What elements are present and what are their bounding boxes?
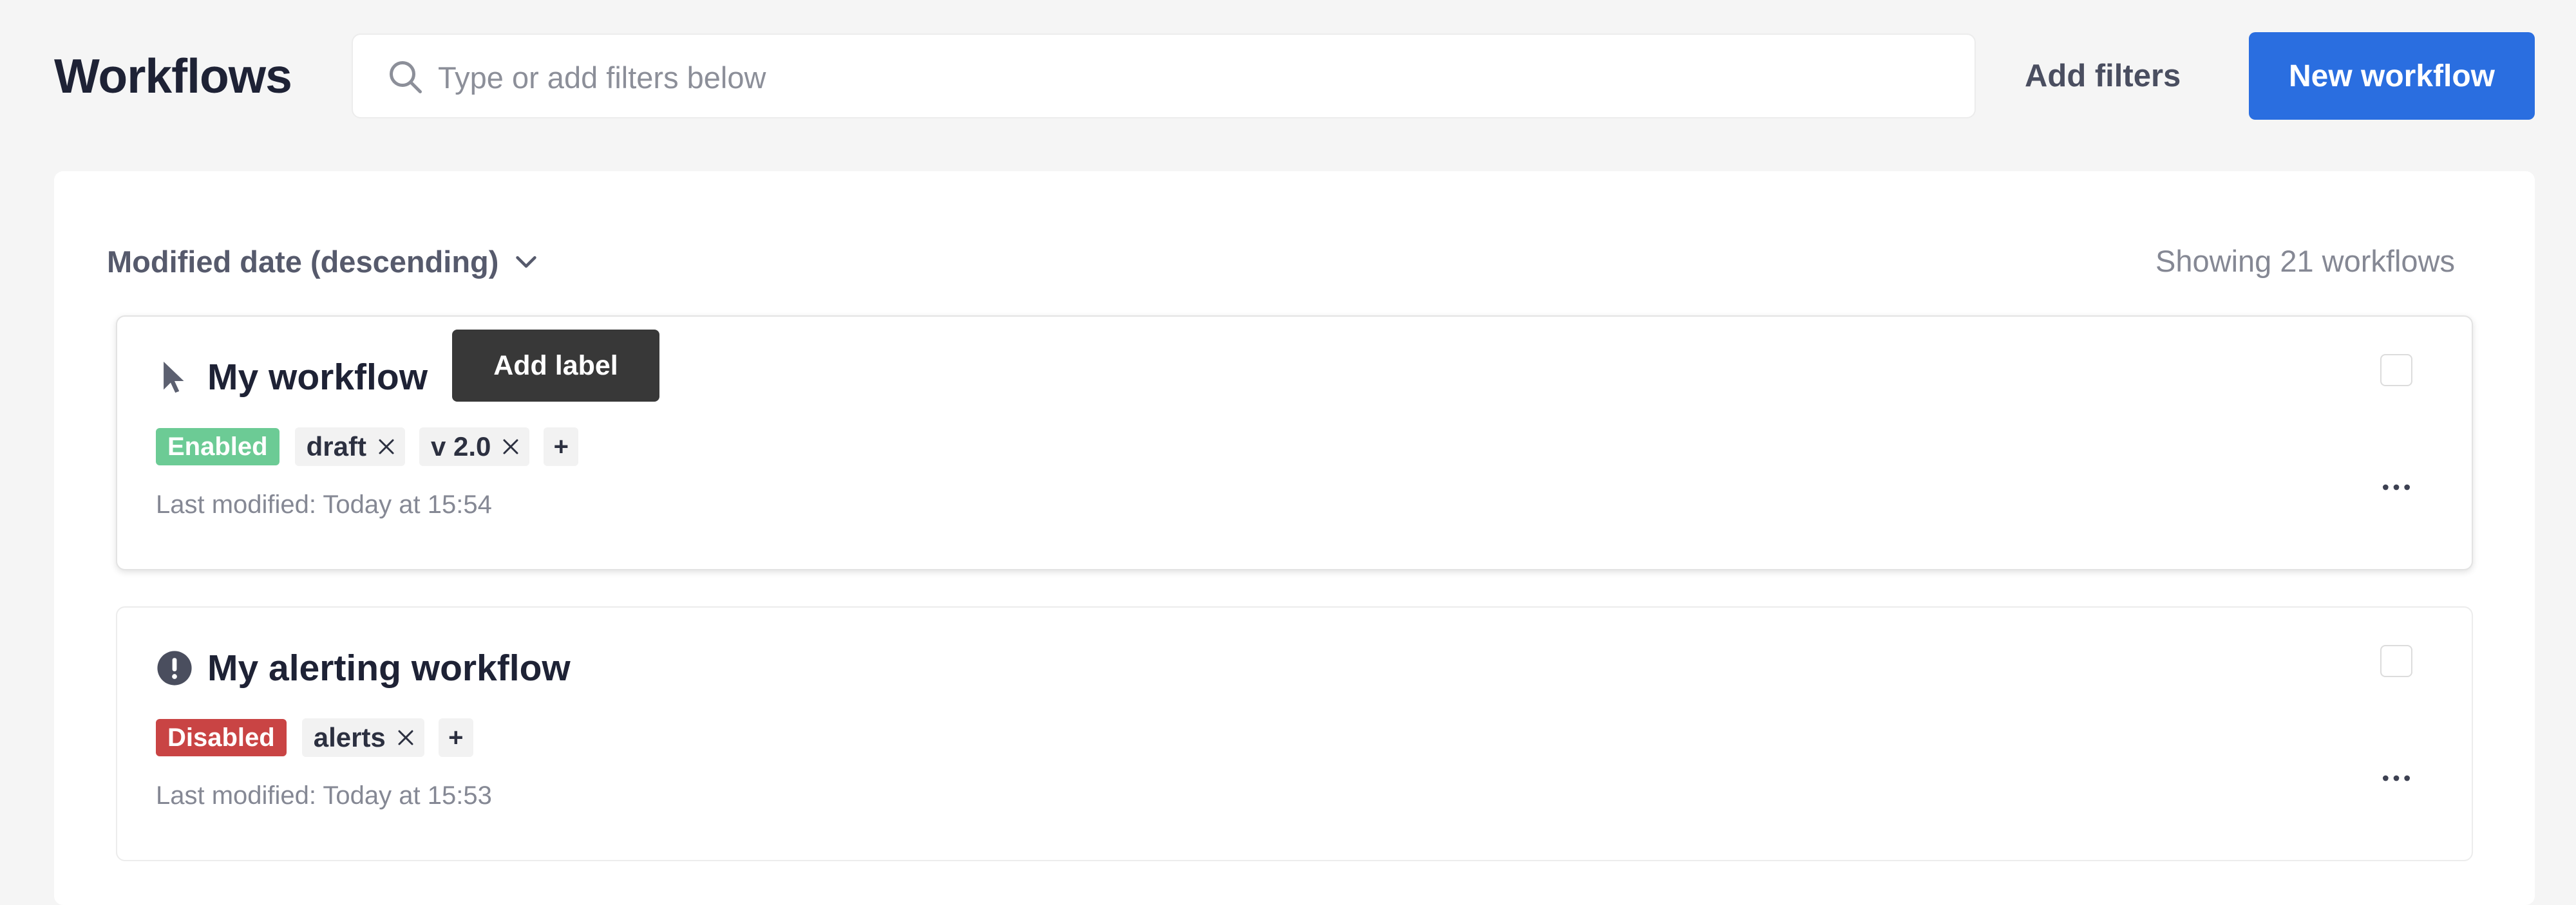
add-label-tooltip: Add label	[452, 330, 659, 402]
sort-dropdown[interactable]: Modified date (descending)	[107, 236, 541, 287]
alert-circle-icon	[157, 651, 192, 686]
workflow-title-row: My alerting workflow	[156, 642, 571, 694]
status-badge: Enabled	[156, 428, 279, 465]
label-tag-text: draft	[306, 431, 366, 462]
label-tag-text: v 2.0	[430, 431, 491, 462]
workflow-count: Showing 21 workflows	[2155, 244, 2455, 278]
workflow-title[interactable]: My workflow	[207, 356, 428, 398]
select-checkbox[interactable]	[2380, 645, 2412, 677]
workflow-title[interactable]: My alerting workflow	[207, 647, 571, 689]
top-bar: Workflows Add filters New workflow	[0, 0, 2576, 152]
label-tag-text: alerts	[313, 722, 386, 752]
workflow-list-panel: Modified date (descending) Showing 21 wo…	[54, 171, 2535, 905]
label-tag: v 2.0	[419, 427, 530, 466]
more-options-icon[interactable]	[2380, 769, 2412, 788]
workflow-title-row: My workflow	[156, 351, 428, 403]
page-title: Workflows	[54, 49, 292, 103]
search-bar[interactable]	[352, 33, 1976, 118]
search-input[interactable]	[438, 51, 1919, 103]
label-tag: draft	[294, 427, 405, 466]
last-modified-text: Last modified: Today at 15:53	[156, 781, 492, 810]
sort-label: Modified date (descending)	[107, 244, 499, 279]
search-icon	[390, 61, 422, 93]
add-label-button[interactable]: +	[438, 718, 473, 757]
add-label-button[interactable]: +	[544, 427, 579, 466]
workflow-card[interactable]: My alerting workflow Disabled alerts + L…	[116, 606, 2473, 861]
more-options-icon[interactable]	[2380, 478, 2412, 497]
status-badge: Disabled	[156, 719, 287, 756]
cursor-icon	[164, 361, 184, 393]
chevron-down-icon	[516, 256, 537, 268]
remove-label-icon[interactable]	[377, 437, 396, 456]
select-checkbox[interactable]	[2380, 354, 2412, 386]
remove-label-icon[interactable]	[396, 728, 415, 747]
last-modified-text: Last modified: Today at 15:54	[156, 490, 492, 519]
workflow-labels: Enabled draft v 2.0 +	[156, 427, 579, 466]
workflow-labels: Disabled alerts +	[156, 718, 473, 757]
add-filters-button[interactable]: Add filters	[2012, 44, 2193, 108]
new-workflow-button[interactable]: New workflow	[2249, 32, 2535, 120]
label-tag: alerts	[301, 718, 424, 757]
remove-label-icon[interactable]	[501, 437, 520, 456]
